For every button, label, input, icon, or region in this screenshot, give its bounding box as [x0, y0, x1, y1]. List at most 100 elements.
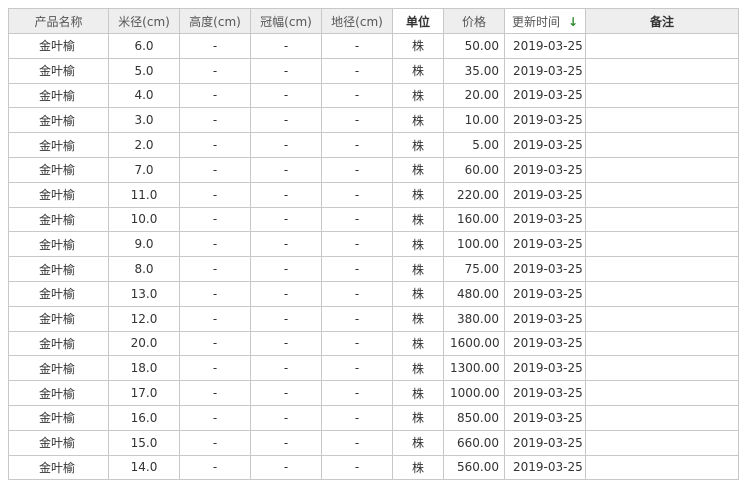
- down-arrow-icon[interactable]: ↓: [568, 15, 578, 29]
- cell-price: 660.00: [443, 429, 505, 456]
- cell-note: [585, 33, 739, 59]
- cell-updated: 2019-03-25: [504, 305, 586, 332]
- table-body: 金叶榆 6.0- - - 株 50.00 2019-03-25 金叶榆 5.0- - - 株 35.00…: [8, 33, 739, 481]
- cell-name: 金叶榆: [8, 256, 109, 282]
- cell-height: -: [179, 380, 251, 406]
- cell-diameter: 11.0: [108, 181, 180, 208]
- cell-name: 金叶榆: [8, 380, 109, 406]
- cell-note: [585, 107, 739, 134]
- cell-unit: 株: [392, 256, 444, 282]
- cell-diameter: 13.0: [108, 280, 180, 307]
- cell-unit: 株: [392, 404, 444, 431]
- cell-unit: 株: [392, 206, 444, 233]
- table-row: 金叶榆 14.0- - - 株 560.00 2019-03-25: [8, 454, 739, 481]
- col-header-crown[interactable]: 冠幅(cm): [250, 8, 322, 34]
- cell-crown: -: [250, 404, 322, 431]
- cell-name: 金叶榆: [8, 454, 109, 481]
- cell-crown: -: [250, 33, 322, 59]
- col-header-ground[interactable]: 地径(cm): [321, 8, 393, 34]
- col-header-updated[interactable]: 更新时间 ↓: [504, 8, 586, 34]
- cell-crown: -: [250, 305, 322, 332]
- cell-ground: -: [321, 330, 393, 357]
- cell-note: [585, 404, 739, 431]
- col-header-name[interactable]: 产品名称: [8, 8, 109, 34]
- cell-unit: 株: [392, 305, 444, 332]
- cell-updated: 2019-03-25: [504, 330, 586, 357]
- cell-name: 金叶榆: [8, 156, 109, 183]
- cell-name: 金叶榆: [8, 181, 109, 208]
- cell-crown: -: [250, 107, 322, 134]
- col-header-unit: 单位: [392, 8, 444, 34]
- cell-unit: 株: [392, 82, 444, 109]
- cell-updated: 2019-03-25: [504, 82, 586, 109]
- cell-unit: 株: [392, 380, 444, 406]
- cell-price: 50.00: [443, 33, 505, 59]
- cell-diameter: 5.0: [108, 57, 180, 84]
- cell-ground: -: [321, 454, 393, 481]
- cell-note: [585, 206, 739, 233]
- cell-height: -: [179, 33, 251, 59]
- table-row: 金叶榆 8.0- - - 株 75.00 2019-03-25: [8, 256, 739, 282]
- cell-height: -: [179, 231, 251, 258]
- cell-unit: 株: [392, 231, 444, 258]
- cell-name: 金叶榆: [8, 57, 109, 84]
- cell-note: [585, 231, 739, 258]
- cell-price: 1600.00: [443, 330, 505, 357]
- cell-height: -: [179, 206, 251, 233]
- cell-ground: -: [321, 280, 393, 307]
- cell-name: 金叶榆: [8, 305, 109, 332]
- table-row: 金叶榆 20.0- - - 株 1600.00 2019-03-25: [8, 330, 739, 357]
- cell-price: 20.00: [443, 82, 505, 109]
- cell-price: 75.00: [443, 256, 505, 282]
- col-header-price[interactable]: 价格: [443, 8, 505, 34]
- cell-ground: -: [321, 429, 393, 456]
- cell-ground: -: [321, 305, 393, 332]
- col-header-height[interactable]: 高度(cm): [179, 8, 251, 34]
- cell-updated: 2019-03-25: [504, 429, 586, 456]
- cell-price: 1000.00: [443, 380, 505, 406]
- cell-price: 560.00: [443, 454, 505, 481]
- cell-name: 金叶榆: [8, 280, 109, 307]
- table-row: 金叶榆 10.0- - - 株 160.00 2019-03-25: [8, 206, 739, 233]
- table-row: 金叶榆 15.0- - - 株 660.00 2019-03-25: [8, 429, 739, 456]
- table-row: 金叶榆 11.0- - - 株 220.00 2019-03-25: [8, 181, 739, 208]
- cell-note: [585, 256, 739, 282]
- cell-crown: -: [250, 132, 322, 158]
- cell-name: 金叶榆: [8, 330, 109, 357]
- cell-ground: -: [321, 57, 393, 84]
- cell-note: [585, 429, 739, 456]
- cell-diameter: 9.0: [108, 231, 180, 258]
- cell-diameter: 12.0: [108, 305, 180, 332]
- cell-updated: 2019-03-25: [504, 231, 586, 258]
- cell-ground: -: [321, 380, 393, 406]
- cell-height: -: [179, 429, 251, 456]
- cell-note: [585, 305, 739, 332]
- cell-height: -: [179, 355, 251, 382]
- cell-diameter: 14.0: [108, 454, 180, 481]
- cell-ground: -: [321, 206, 393, 233]
- cell-updated: 2019-03-25: [504, 256, 586, 282]
- cell-diameter: 16.0: [108, 404, 180, 431]
- table-row: 金叶榆 17.0- - - 株 1000.00 2019-03-25: [8, 380, 739, 406]
- cell-ground: -: [321, 404, 393, 431]
- cell-height: -: [179, 107, 251, 134]
- cell-diameter: 10.0: [108, 206, 180, 233]
- cell-crown: -: [250, 57, 322, 84]
- cell-crown: -: [250, 181, 322, 208]
- cell-price: 220.00: [443, 181, 505, 208]
- table-row: 金叶榆 3.0- - - 株 10.00 2019-03-25: [8, 107, 739, 134]
- cell-crown: -: [250, 280, 322, 307]
- cell-ground: -: [321, 107, 393, 134]
- cell-price: 5.00: [443, 132, 505, 158]
- table-row: 金叶榆 6.0- - - 株 50.00 2019-03-25: [8, 33, 739, 59]
- col-header-diameter[interactable]: 米径(cm): [108, 8, 180, 34]
- cell-height: -: [179, 305, 251, 332]
- cell-diameter: 7.0: [108, 156, 180, 183]
- cell-crown: -: [250, 330, 322, 357]
- cell-note: [585, 280, 739, 307]
- col-header-updated-label: 更新时间: [511, 14, 560, 29]
- cell-note: [585, 355, 739, 382]
- cell-height: -: [179, 132, 251, 158]
- cell-note: [585, 132, 739, 158]
- cell-updated: 2019-03-25: [504, 132, 586, 158]
